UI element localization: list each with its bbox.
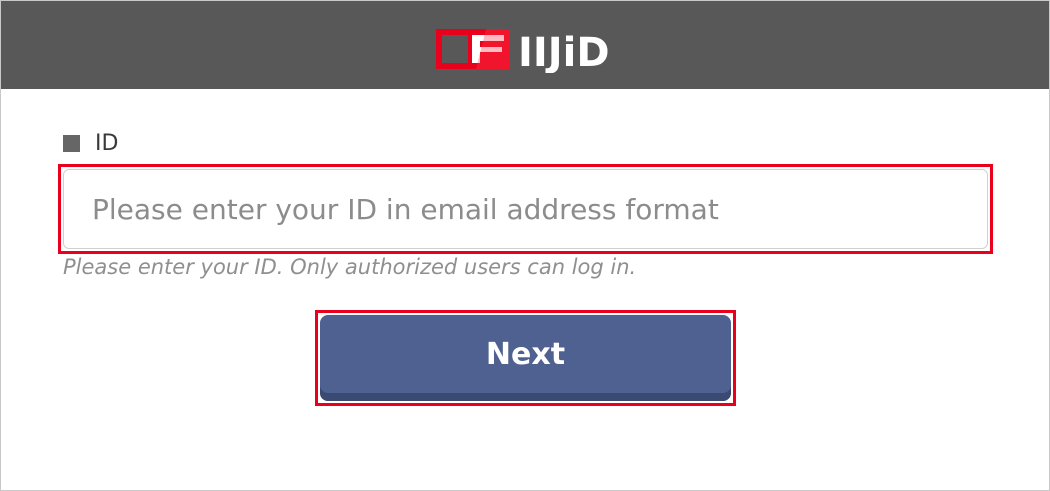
iijid-logo: IIJiD	[436, 29, 610, 73]
header-bar: IIJiD	[1, 1, 1049, 89]
next-button[interactable]: Next	[320, 315, 731, 401]
id-label-row: ID	[63, 129, 118, 157]
id-hint-text: Please enter your ID. Only authorized us…	[63, 255, 637, 279]
iijid-logo-icon	[436, 29, 510, 69]
id-input[interactable]	[63, 169, 988, 249]
label-marker-icon	[63, 134, 80, 152]
login-page: IIJiD ID Please enter your ID. Only auth…	[0, 0, 1050, 491]
logo-text: IIJiD	[518, 30, 610, 73]
id-label: ID	[95, 130, 119, 156]
